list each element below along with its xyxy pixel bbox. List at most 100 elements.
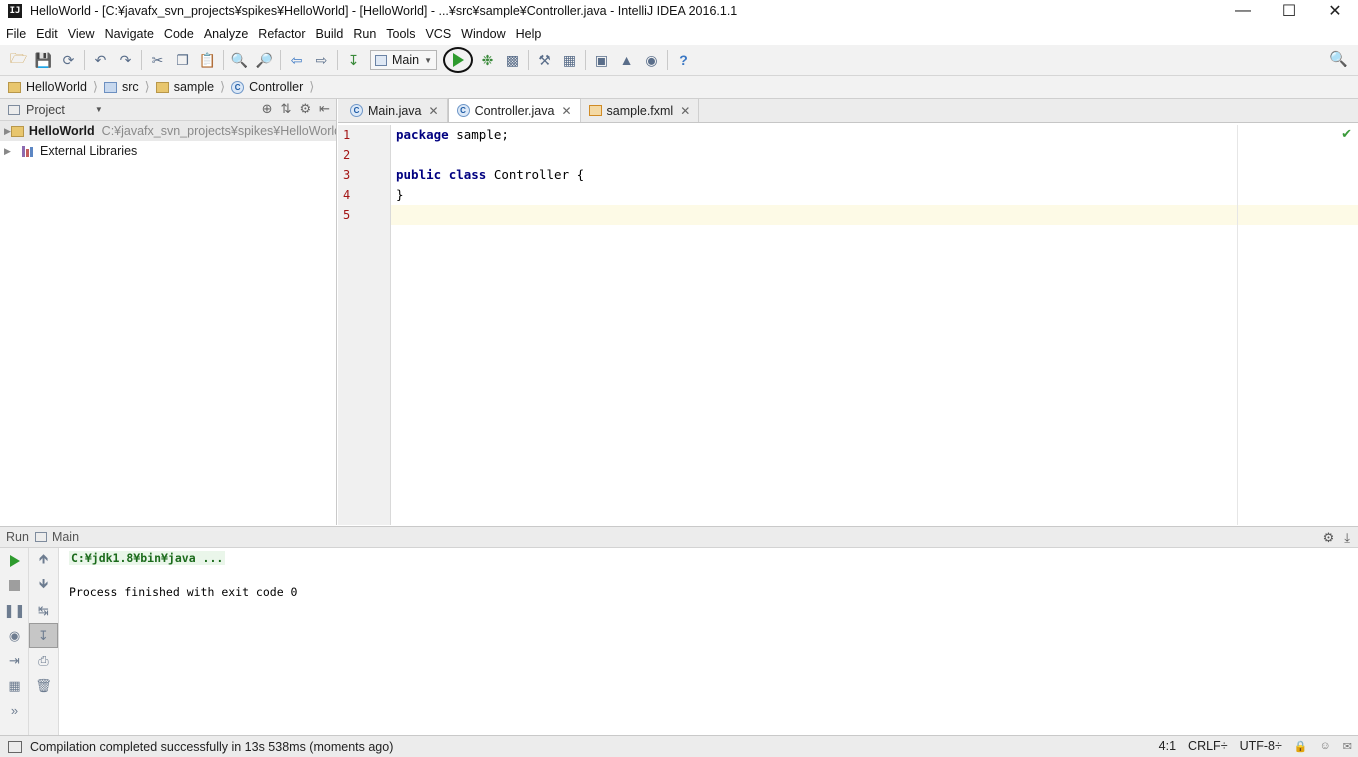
run-console[interactable]: C:¥jdk1.8¥bin¥java ... Process finished … [60, 548, 1358, 735]
package-folder-icon [155, 81, 169, 93]
class-icon: C [231, 80, 245, 94]
tab-controller-java[interactable]: C Controller.java ✕ [447, 98, 581, 122]
caret-position[interactable]: 4:1 [1159, 739, 1176, 753]
hide-panel-icon[interactable]: ⇤ [319, 101, 330, 117]
soft-wrap-button[interactable]: ↹ [29, 598, 58, 623]
close-tab-icon[interactable]: ✕ [561, 104, 571, 118]
scroll-up-button[interactable]: 🡹 [29, 548, 58, 573]
pause-button[interactable]: ❚❚ [0, 598, 29, 623]
run-config-select[interactable]: Main ▼ [370, 50, 438, 70]
paste-icon[interactable]: 📋 [195, 48, 220, 73]
hide-panel-icon[interactable]: ⤓ [1344, 530, 1350, 546]
maximize-icon[interactable]: ☐ [1266, 0, 1312, 22]
tree-item-helloworld[interactable]: ▶ HelloWorld C:¥javafx_svn_projects¥spik… [0, 121, 336, 141]
forward-icon[interactable]: ⇨ [309, 48, 334, 73]
breadcrumb-item-sample[interactable]: sample ⟩ [155, 79, 225, 95]
menu-refactor[interactable]: Refactor [256, 27, 311, 41]
menu-edit[interactable]: Edit [34, 27, 64, 41]
redo-icon[interactable]: ↷ [113, 48, 138, 73]
menu-tools[interactable]: Tools [384, 27, 421, 41]
rerun-button[interactable] [0, 548, 29, 573]
sync-gradle-icon[interactable]: ▲ [614, 48, 639, 73]
event-log-icon[interactable]: ✉ [1343, 740, 1352, 753]
run-button[interactable] [443, 47, 474, 73]
project-structure-icon[interactable]: ⚒ [532, 48, 557, 73]
project-panel-header: Project ▼ ⊕ ⇅ ⚙ ⇤ [0, 99, 337, 121]
menu-code[interactable]: Code [162, 27, 200, 41]
find-icon[interactable]: 🔍 [227, 48, 252, 73]
help-icon[interactable]: ? [671, 48, 696, 73]
save-all-icon[interactable]: 💾 [31, 48, 56, 73]
breadcrumb-item-helloworld[interactable]: HelloWorld ⟩ [8, 79, 98, 95]
sdk-manager-icon[interactable]: ▦ [557, 48, 582, 73]
chevron-right-icon: ⟩ [144, 79, 150, 94]
scroll-from-source-icon[interactable]: ⊕ [262, 101, 273, 117]
line-separator[interactable]: CRLF÷ [1188, 739, 1228, 753]
layout-button[interactable]: ▦ [0, 673, 29, 698]
scroll-down-button[interactable]: 🡻 [29, 573, 58, 598]
print-button[interactable]: ⎙ [29, 648, 58, 673]
no-problems-check-icon: ✔ [1341, 126, 1352, 141]
breadcrumb-item-controller[interactable]: C Controller ⟩ [231, 79, 314, 95]
menu-run[interactable]: Run [351, 27, 382, 41]
open-folder-icon[interactable]: 🗁 [6, 48, 31, 73]
stop-button[interactable] [0, 573, 29, 598]
inspector-icon[interactable]: ☺ [1320, 740, 1331, 752]
arrow-up-icon: 🡹 [38, 550, 49, 566]
more-button[interactable]: » [0, 698, 29, 723]
coverage-icon[interactable]: ▩ [500, 48, 525, 73]
close-tab-icon[interactable]: ✕ [680, 104, 690, 118]
make-project-icon[interactable]: ↧ [341, 48, 366, 73]
close-tab-icon[interactable]: ✕ [429, 104, 439, 118]
lock-icon[interactable]: 🔒 [1294, 740, 1308, 753]
exit-button[interactable]: ⇥ [0, 648, 29, 673]
menu-help[interactable]: Help [514, 27, 548, 41]
gear-icon[interactable]: ⚙ [299, 101, 311, 117]
breadcrumb-item-src[interactable]: src ⟩ [103, 79, 150, 95]
menu-file[interactable]: File [4, 27, 32, 41]
code-line: public class Controller { [396, 167, 585, 182]
undo-icon[interactable]: ↶ [88, 48, 113, 73]
run-panel-config[interactable]: Main [52, 530, 79, 544]
chevron-down-icon[interactable]: ▼ [95, 105, 103, 114]
module-folder-icon [8, 81, 21, 93]
gear-icon[interactable]: ⚙ [1323, 530, 1335, 546]
dump-threads-button[interactable]: ◉ [0, 623, 29, 648]
tree-item-external-libraries[interactable]: ▶ External Libraries [0, 141, 336, 161]
search-everywhere-icon[interactable]: 🔍 [1329, 50, 1348, 68]
minimize-icon[interactable]: — [1220, 0, 1266, 22]
tool-windows-icon[interactable] [8, 740, 22, 753]
copy-icon[interactable]: ❐ [170, 48, 195, 73]
collapse-all-icon[interactable]: ⇅ [281, 101, 292, 117]
scroll-to-end-button[interactable]: ↧ [29, 623, 58, 648]
line-number: 5 [343, 208, 351, 222]
soft-wrap-icon: ↹ [38, 602, 49, 618]
replace-icon[interactable]: 🔎 [252, 48, 277, 73]
expand-arrow-icon[interactable]: ▶ [4, 146, 22, 157]
status-message[interactable]: Compilation completed successfully in 13… [30, 740, 393, 754]
source-folder-icon [103, 81, 117, 93]
menu-view[interactable]: View [66, 27, 101, 41]
cut-icon[interactable]: ✂ [145, 48, 170, 73]
device-icon[interactable]: ▣ [589, 48, 614, 73]
expand-arrow-icon[interactable]: ▶ [4, 126, 11, 137]
project-view-label[interactable]: Project [26, 103, 65, 117]
close-icon[interactable]: ✕ [1312, 0, 1358, 22]
file-encoding[interactable]: UTF-8÷ [1240, 739, 1282, 753]
debug-icon[interactable]: ❉ [475, 48, 500, 73]
android-icon[interactable]: ◉ [639, 48, 664, 73]
back-icon[interactable]: ⇦ [284, 48, 309, 73]
clear-all-button[interactable]: 🗑 [29, 673, 58, 698]
run-panel-header: Run Main ⚙ ⤓ [0, 526, 1358, 548]
menu-navigate[interactable]: Navigate [103, 27, 160, 41]
sync-icon[interactable]: ⟳ [56, 48, 81, 73]
run-config-icon [34, 532, 47, 542]
tab-sample-fxml[interactable]: sample.fxml ✕ [581, 99, 700, 122]
code-editor[interactable]: package sample; public class Controller … [391, 125, 1358, 525]
menu-vcs[interactable]: VCS [423, 27, 457, 41]
menu-build[interactable]: Build [314, 27, 350, 41]
menu-window[interactable]: Window [459, 27, 511, 41]
menu-analyze[interactable]: Analyze [202, 27, 254, 41]
double-chevron-icon: » [10, 703, 19, 718]
tab-main-java[interactable]: C Main.java ✕ [342, 99, 448, 122]
